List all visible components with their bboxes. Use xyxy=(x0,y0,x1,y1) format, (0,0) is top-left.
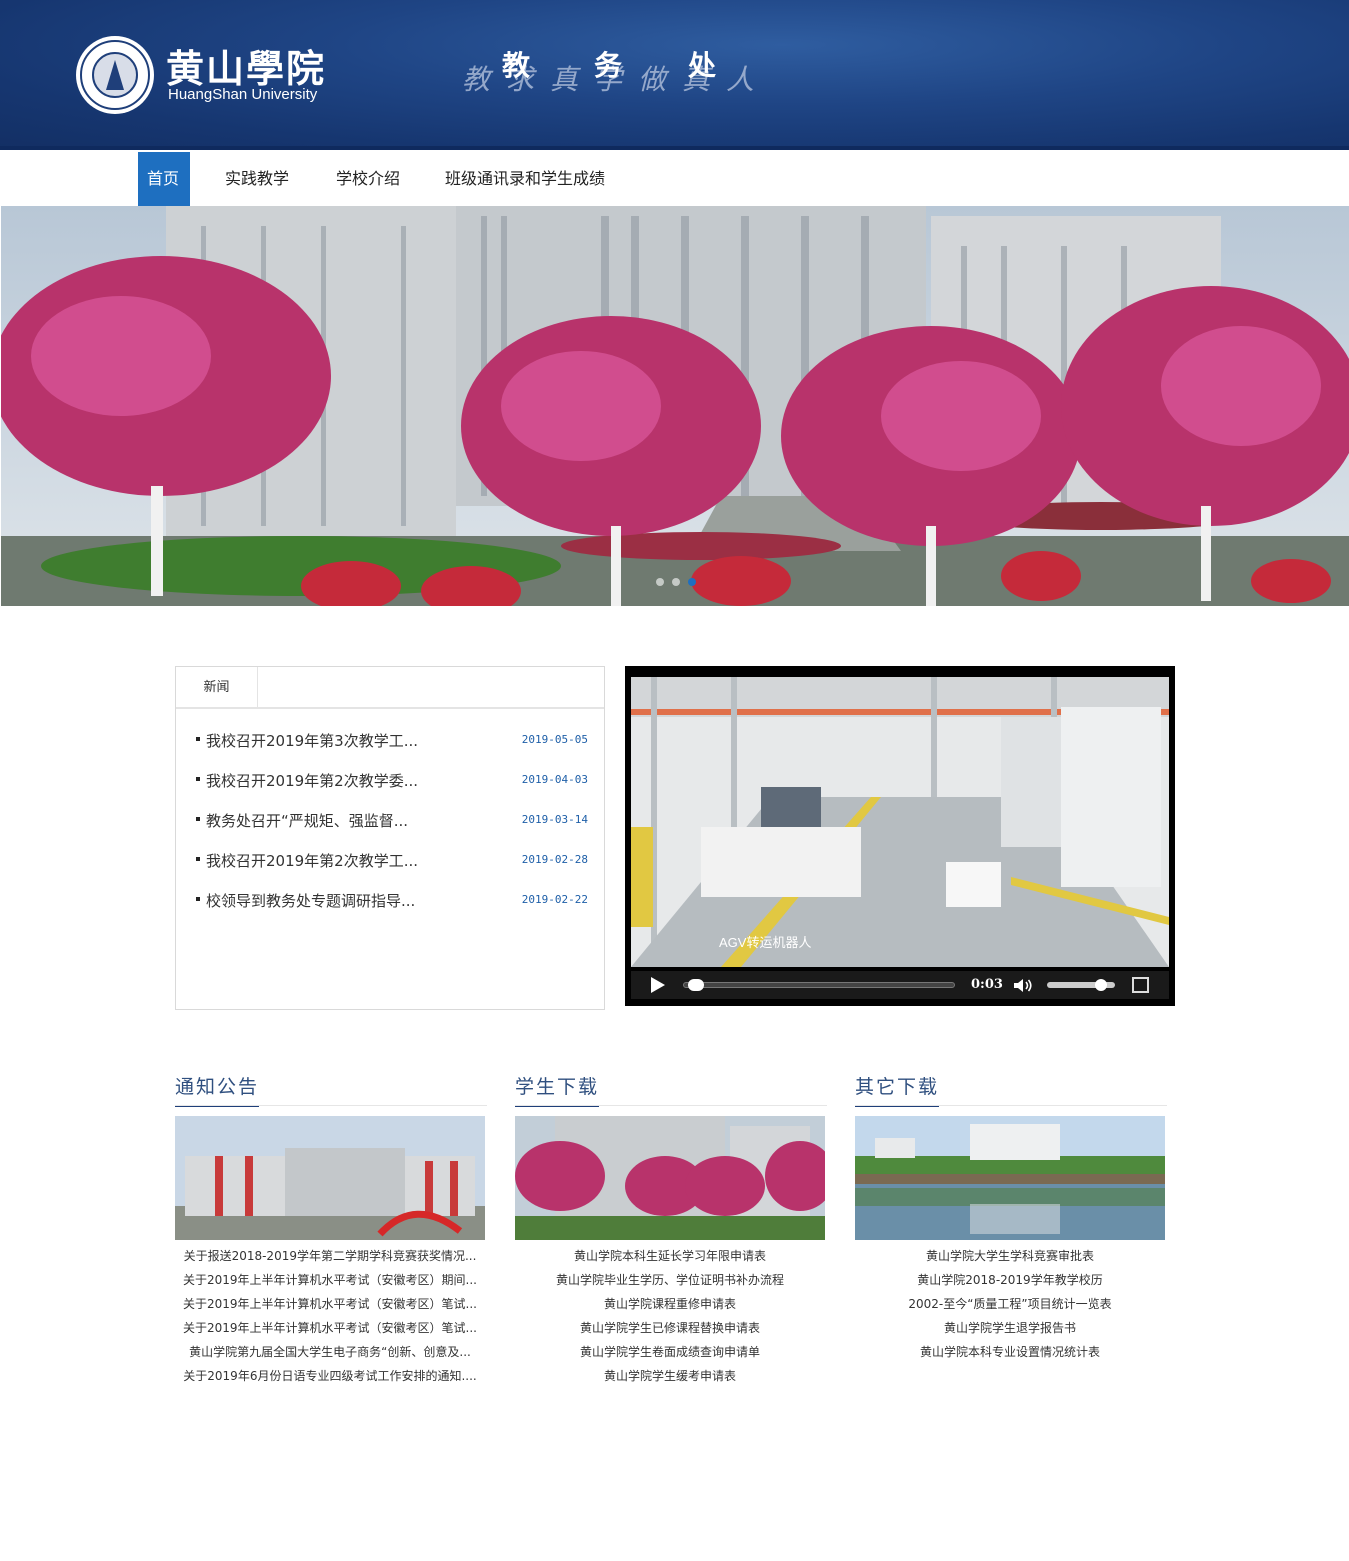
news-date: 2019-02-28 xyxy=(521,853,588,866)
factory-video-still: AGV转运机器人 xyxy=(631,677,1169,967)
other-downloads-image xyxy=(855,1116,1165,1240)
dept-title-char-1: 教 xyxy=(502,49,531,82)
blossom-photo xyxy=(515,1116,825,1240)
notices-image xyxy=(175,1116,485,1240)
notices-title[interactable]: 通知公告 xyxy=(175,1072,260,1107)
student-downloads-list: 黄山学院本科生延长学习年限申请表 黄山学院毕业生学历、学位证明书补办流程 黄山学… xyxy=(515,1244,825,1388)
progress-handle[interactable] xyxy=(688,979,705,991)
news-date: 2019-03-14 xyxy=(521,813,588,826)
news-tab-bar: 新闻 xyxy=(176,667,604,709)
list-item[interactable]: 黄山学院学生退学报告书 xyxy=(855,1316,1165,1340)
site-header: 黄山學院 HuangShan University 教求真学做真人 教 务 处 xyxy=(0,0,1349,150)
list-item[interactable]: 黄山学院学生缓考申请表 xyxy=(515,1364,825,1388)
banner-dot-1[interactable] xyxy=(656,578,664,586)
fullscreen-icon[interactable] xyxy=(1132,977,1149,993)
lake-photo xyxy=(855,1116,1165,1240)
volume-handle[interactable] xyxy=(1094,979,1107,991)
student-downloads-image xyxy=(515,1116,825,1240)
list-item[interactable]: 黄山学院学生卷面成绩查询申请单 xyxy=(515,1340,825,1364)
list-item[interactable]: 2002-至今“质量工程”项目统计一览表 xyxy=(855,1292,1165,1316)
video-player[interactable]: AGV转运机器人 0:03 xyxy=(625,666,1175,1006)
campus-photo xyxy=(1,206,1349,606)
news-item[interactable]: 我校召开2019年第2次教学委... 2019-04-03 xyxy=(196,770,588,790)
banner-dot-2[interactable] xyxy=(672,578,680,586)
dept-title-char-2: 务 xyxy=(594,49,623,82)
logo-chinese-name[interactable]: 黄山學院 xyxy=(166,38,326,93)
banner-dot-3[interactable] xyxy=(688,578,696,586)
dept-title-char-3: 处 xyxy=(688,49,717,82)
news-title[interactable]: 教务处召开“严规矩、强监督... xyxy=(206,810,408,831)
news-date: 2019-04-03 xyxy=(521,773,588,786)
notices-list: 关于报送2018-2019学年第二学期学科竞赛获奖情况... 关于2019年上半… xyxy=(175,1244,485,1388)
news-title[interactable]: 校领导到教务处专题调研指导... xyxy=(206,890,415,911)
list-item[interactable]: 黄山学院2018-2019学年教学校历 xyxy=(855,1268,1165,1292)
tab-news[interactable]: 新闻 xyxy=(176,667,258,709)
list-item[interactable]: 黄山学院毕业生学历、学位证明书补办流程 xyxy=(515,1268,825,1292)
bullet-icon xyxy=(196,737,200,741)
list-item[interactable]: 关于2019年上半年计算机水平考试（安徽考区）期间... xyxy=(175,1268,485,1292)
list-item[interactable]: 关于2019年上半年计算机水平考试（安徽考区）笔试... xyxy=(175,1292,485,1316)
list-item[interactable]: 黄山学院学生已修课程替换申请表 xyxy=(515,1316,825,1340)
video-progress-bar[interactable] xyxy=(683,982,955,988)
nav-item-practice-teaching[interactable]: 实践教学 xyxy=(216,152,298,206)
news-item[interactable]: 我校召开2019年第2次教学工... 2019-02-28 xyxy=(196,850,588,870)
bullet-icon xyxy=(196,777,200,781)
university-seal-logo[interactable] xyxy=(76,36,154,114)
news-title[interactable]: 我校召开2019年第2次教学委... xyxy=(206,770,418,791)
news-date: 2019-02-22 xyxy=(521,893,588,906)
column-divider xyxy=(515,1105,827,1106)
news-item[interactable]: 教务处召开“严规矩、强监督... 2019-03-14 xyxy=(196,810,588,830)
bullet-icon xyxy=(196,857,200,861)
news-item[interactable]: 校领导到教务处专题调研指导... 2019-02-22 xyxy=(196,890,588,910)
volume-icon[interactable] xyxy=(1014,978,1034,993)
bullet-icon xyxy=(196,817,200,821)
play-icon[interactable] xyxy=(651,977,665,993)
nav-item-school-intro[interactable]: 学校介绍 xyxy=(327,152,409,206)
list-item[interactable]: 黄山学院第九届全国大学生电子商务“创新、创意及... xyxy=(175,1340,485,1364)
list-item[interactable]: 关于2019年6月份日语专业四级考试工作安排的通知.... xyxy=(175,1364,485,1388)
list-item[interactable]: 关于2019年上半年计算机水平考试（安徽考区）笔试... xyxy=(175,1316,485,1340)
other-downloads-list: 黄山学院大学生学科竞赛审批表 黄山学院2018-2019学年教学校历 2002-… xyxy=(855,1244,1165,1364)
news-date: 2019-05-05 xyxy=(521,733,588,746)
list-item[interactable]: 黄山学院课程重修申请表 xyxy=(515,1292,825,1316)
nav-item-home[interactable]: 首页 xyxy=(138,152,190,206)
campus-banner-slide[interactable] xyxy=(1,206,1349,606)
student-downloads-title[interactable]: 学生下载 xyxy=(515,1072,600,1107)
main-nav: 首页 实践教学 学校介绍 班级通讯录和学生成绩 xyxy=(0,150,1349,206)
list-item[interactable]: 黄山学院本科专业设置情况统计表 xyxy=(855,1340,1165,1364)
list-item[interactable]: 关于报送2018-2019学年第二学期学科竞赛获奖情况... xyxy=(175,1244,485,1268)
other-downloads-title[interactable]: 其它下载 xyxy=(855,1072,940,1107)
news-item[interactable]: 我校召开2019年第3次教学工... 2019-05-05 xyxy=(196,730,588,750)
bullet-icon xyxy=(196,897,200,901)
video-caption: AGV转运机器人 xyxy=(719,935,811,950)
list-item[interactable]: 黄山学院本科生延长学习年限申请表 xyxy=(515,1244,825,1268)
news-title[interactable]: 我校召开2019年第2次教学工... xyxy=(206,850,418,871)
news-panel: 新闻 我校召开2019年第3次教学工... 2019-05-05 我校召开201… xyxy=(175,666,605,1010)
video-frame[interactable]: AGV转运机器人 xyxy=(631,677,1169,967)
column-divider xyxy=(855,1105,1167,1106)
video-controls: 0:03 xyxy=(631,971,1169,999)
list-item[interactable]: 黄山学院大学生学科竞赛审批表 xyxy=(855,1244,1165,1268)
nav-item-class-directory-grades[interactable]: 班级通讯录和学生成绩 xyxy=(436,152,614,206)
news-title[interactable]: 我校召开2019年第3次教学工... xyxy=(206,730,418,751)
column-divider xyxy=(175,1105,487,1106)
video-time: 0:03 xyxy=(971,977,1003,992)
building-photo xyxy=(175,1116,485,1240)
logo-english-name[interactable]: HuangShan University xyxy=(168,86,317,103)
